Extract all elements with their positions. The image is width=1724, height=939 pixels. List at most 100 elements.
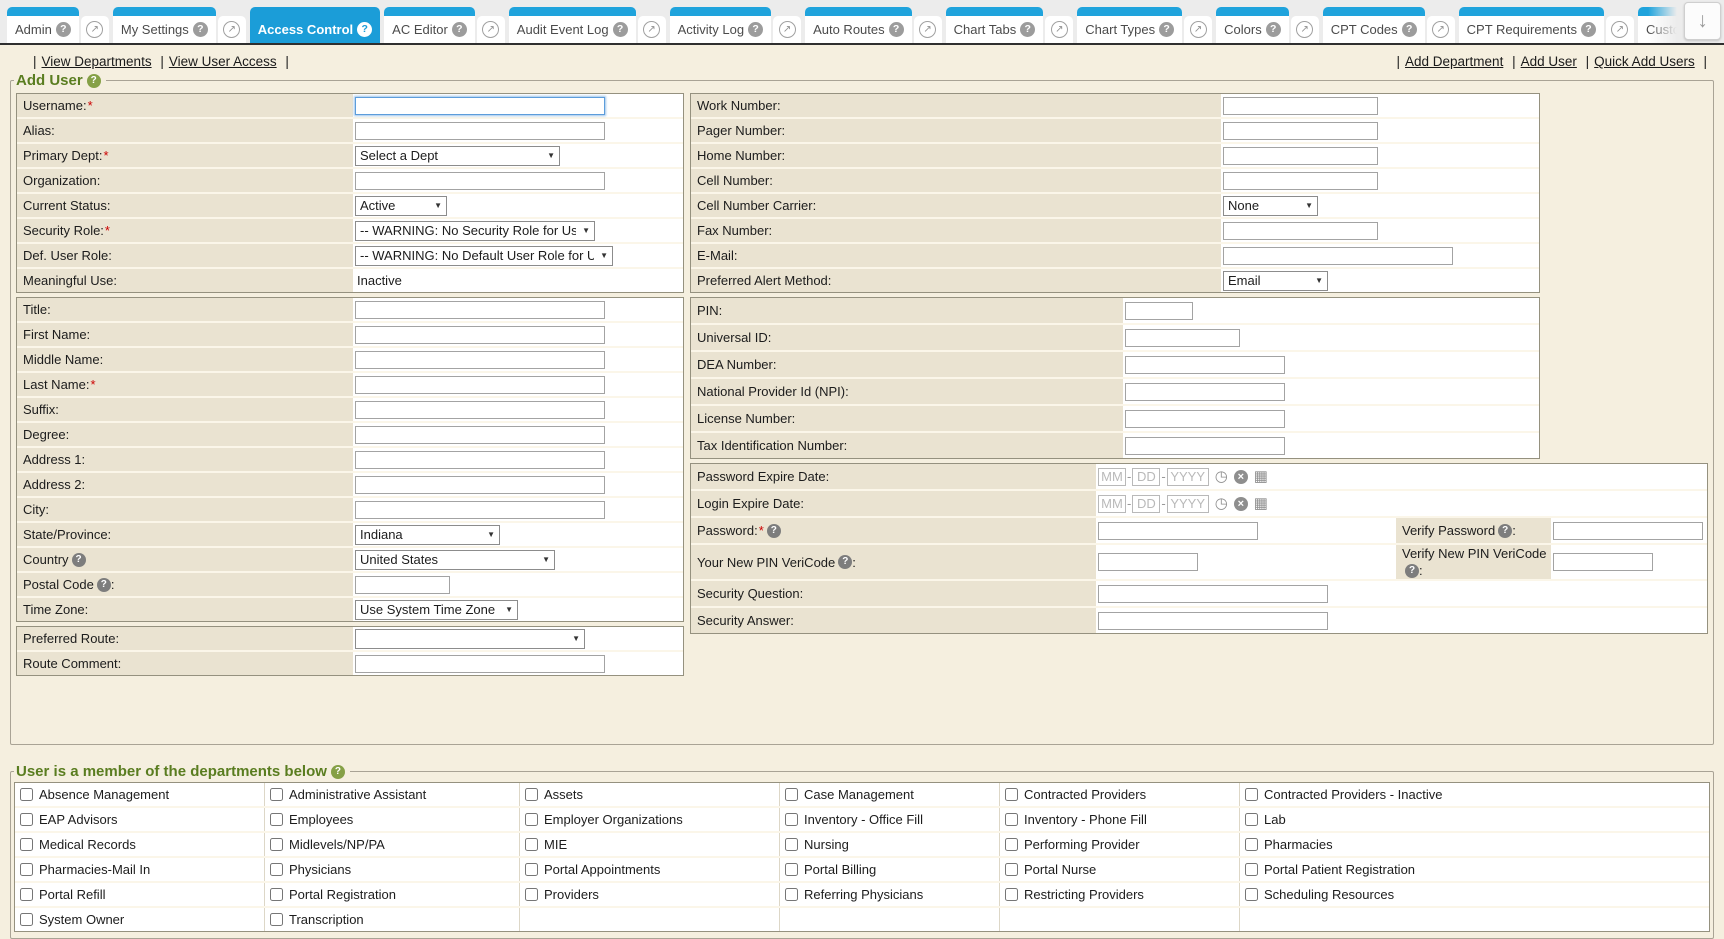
title-input[interactable] — [355, 301, 605, 319]
tab-customize-truncated[interactable]: Custo — [1638, 7, 1682, 43]
new-pin-vericode-input[interactable] — [1098, 553, 1198, 571]
department-checkbox[interactable] — [1245, 863, 1258, 876]
help-icon[interactable]: ? — [1581, 22, 1596, 37]
organization-input[interactable] — [355, 172, 605, 190]
fax-number-input[interactable] — [1223, 222, 1378, 240]
password-input[interactable] — [1098, 522, 1258, 540]
department-checkbox[interactable] — [785, 863, 798, 876]
clear-date-icon[interactable]: × — [1234, 497, 1248, 511]
open-new-window-button[interactable]: ↗ — [1184, 16, 1212, 43]
tab-audit-event-log[interactable]: Audit Event Log? — [509, 7, 636, 43]
verify-password-input[interactable] — [1553, 522, 1703, 540]
last-name-input[interactable] — [355, 376, 605, 394]
address2-input[interactable] — [355, 476, 605, 494]
open-new-window-button[interactable]: ↗ — [1606, 16, 1634, 43]
tab-activity-log[interactable]: Activity Log? — [670, 7, 771, 43]
primary-dept-select[interactable]: Select a Dept▼ — [355, 146, 560, 166]
country-select[interactable]: United States▼ — [355, 550, 555, 570]
address1-input[interactable] — [355, 451, 605, 469]
department-checkbox[interactable] — [270, 813, 283, 826]
npi-input[interactable] — [1125, 383, 1285, 401]
tab-chart-tabs[interactable]: Chart Tabs? — [946, 7, 1044, 43]
department-checkbox[interactable] — [270, 863, 283, 876]
alias-input[interactable] — [355, 122, 605, 140]
tab-access-control[interactable]: Access Control? — [250, 7, 380, 43]
help-icon[interactable]: ? — [889, 22, 904, 37]
login-expire-month-input[interactable] — [1098, 495, 1126, 513]
department-checkbox[interactable] — [270, 888, 283, 901]
current-status-select[interactable]: Active▼ — [355, 196, 447, 216]
department-checkbox[interactable] — [20, 838, 33, 851]
password-expire-day-input[interactable] — [1132, 468, 1160, 486]
middle-name-input[interactable] — [355, 351, 605, 369]
clear-date-icon[interactable]: × — [1234, 470, 1248, 484]
preferred-alert-method-select[interactable]: Email▼ — [1223, 271, 1328, 291]
pin-input[interactable] — [1125, 302, 1193, 320]
help-icon[interactable]: ? — [72, 553, 86, 567]
department-checkbox[interactable] — [1245, 888, 1258, 901]
tax-id-input[interactable] — [1125, 437, 1285, 455]
security-question-input[interactable] — [1098, 585, 1328, 603]
help-icon[interactable]: ? — [97, 578, 111, 592]
route-comment-input[interactable] — [355, 655, 605, 673]
email-input[interactable] — [1223, 247, 1453, 265]
department-checkbox[interactable] — [20, 863, 33, 876]
license-number-input[interactable] — [1125, 410, 1285, 428]
time-picker-icon[interactable]: ◷ — [1215, 469, 1228, 484]
open-new-window-button[interactable]: ↗ — [914, 16, 942, 43]
department-checkbox[interactable] — [525, 888, 538, 901]
preferred-route-select[interactable]: ▼ — [355, 629, 585, 649]
pager-number-input[interactable] — [1223, 122, 1378, 140]
department-checkbox[interactable] — [1005, 788, 1018, 801]
department-checkbox[interactable] — [270, 913, 283, 926]
tab-colors[interactable]: Colors? — [1216, 7, 1289, 43]
cell-number-input[interactable] — [1223, 172, 1378, 190]
department-checkbox[interactable] — [785, 838, 798, 851]
universal-id-input[interactable] — [1125, 329, 1240, 347]
help-icon[interactable]: ? — [1402, 22, 1417, 37]
open-new-window-button[interactable]: ↗ — [1045, 16, 1073, 43]
login-expire-year-input[interactable] — [1167, 495, 1209, 513]
default-user-role-select[interactable]: -- WARNING: No Default User Role for Use… — [355, 246, 613, 266]
tab-chart-types[interactable]: Chart Types? — [1077, 7, 1182, 43]
help-icon[interactable]: ? — [1159, 22, 1174, 37]
login-expire-day-input[interactable] — [1132, 495, 1160, 513]
calendar-icon[interactable]: ▦ — [1254, 469, 1268, 484]
department-checkbox[interactable] — [270, 838, 283, 851]
department-checkbox[interactable] — [1005, 813, 1018, 826]
security-role-select[interactable]: -- WARNING: No Security Role for User! -… — [355, 221, 595, 241]
tab-admin[interactable]: Admin? — [7, 7, 79, 43]
department-checkbox[interactable] — [785, 788, 798, 801]
password-expire-year-input[interactable] — [1167, 468, 1209, 486]
help-icon[interactable]: ? — [838, 555, 852, 569]
password-expire-month-input[interactable] — [1098, 468, 1126, 486]
department-checkbox[interactable] — [1005, 863, 1018, 876]
tab-ac-editor[interactable]: AC Editor? — [384, 7, 475, 43]
department-checkbox[interactable] — [525, 863, 538, 876]
first-name-input[interactable] — [355, 326, 605, 344]
help-icon[interactable]: ? — [1498, 524, 1512, 538]
open-new-window-button[interactable]: ↗ — [638, 16, 666, 43]
department-checkbox[interactable] — [1245, 813, 1258, 826]
department-checkbox[interactable] — [20, 888, 33, 901]
help-icon[interactable]: ? — [767, 524, 781, 538]
time-picker-icon[interactable]: ◷ — [1215, 496, 1228, 511]
postal-code-input[interactable] — [355, 576, 450, 594]
view-user-access-link[interactable]: View User Access — [169, 54, 277, 69]
tab-cpt-codes[interactable]: CPT Codes? — [1323, 7, 1425, 43]
help-icon[interactable]: ? — [56, 22, 71, 37]
department-checkbox[interactable] — [785, 813, 798, 826]
home-number-input[interactable] — [1223, 147, 1378, 165]
degree-input[interactable] — [355, 426, 605, 444]
quick-add-users-link[interactable]: Quick Add Users — [1594, 54, 1695, 69]
add-user-link[interactable]: Add User — [1521, 54, 1577, 69]
help-icon[interactable]: ? — [613, 22, 628, 37]
suffix-input[interactable] — [355, 401, 605, 419]
help-icon[interactable]: ? — [1405, 564, 1419, 578]
help-icon[interactable]: ? — [331, 765, 345, 779]
department-checkbox[interactable] — [525, 838, 538, 851]
help-icon[interactable]: ? — [357, 22, 372, 37]
tab-scroll-button[interactable]: ↓ — [1684, 2, 1721, 40]
department-checkbox[interactable] — [20, 813, 33, 826]
tab-cpt-requirements[interactable]: CPT Requirements? — [1459, 7, 1604, 43]
